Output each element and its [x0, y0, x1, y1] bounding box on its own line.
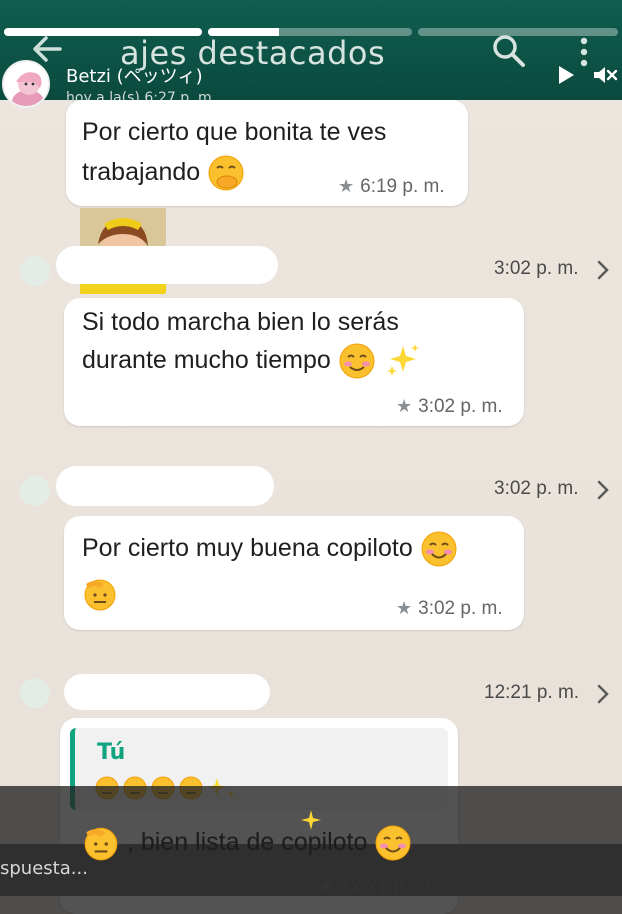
message-meta: ★ 12:21 p. m.	[318, 876, 435, 898]
message-meta: ★ 6:19 p. m.	[338, 176, 445, 198]
star-icon: ★	[318, 876, 335, 896]
message-header-time: 3:02 p. m.	[494, 258, 579, 279]
saluting-face-emoji-icon	[84, 579, 116, 611]
message-text: Por cierto muy buena copiloto	[82, 534, 413, 562]
message-meta: ★ 3:02 p. m.	[396, 396, 503, 418]
sender-avatar	[20, 476, 50, 506]
mute-icon[interactable]	[592, 64, 618, 86]
message-bubble[interactable]: Por cierto muy buena copiloto ★ 3:02 p. m…	[64, 516, 524, 630]
smiling-face-emoji-icon	[375, 825, 411, 861]
story-contact-name: Betzi (ペッツィ)	[66, 66, 203, 87]
sparkles-icon	[386, 344, 419, 377]
message-header-time: 12:21 p. m.	[484, 682, 580, 703]
redacted-sender-name	[64, 674, 270, 710]
redacted-sender-name	[56, 246, 278, 284]
message-text: durante mucho tiempo	[82, 346, 331, 374]
smiling-face-emoji-icon	[421, 531, 457, 567]
star-icon: ★	[396, 598, 413, 618]
star-icon: ★	[338, 176, 355, 196]
chevron-right-icon[interactable]	[596, 480, 610, 500]
saluting-face-emoji-icon	[84, 828, 118, 861]
sender-avatar	[20, 256, 50, 286]
message-bubble[interactable]: Si todo marcha bien lo serás durante muc…	[64, 298, 524, 426]
message-bubble[interactable]: Por cierto que bonita te ves trabajando …	[66, 100, 468, 206]
message-text: Si todo marcha bien lo serás	[82, 308, 399, 336]
message-text: trabajando	[82, 158, 201, 186]
message-header-row[interactable]: 3:02 p. m.	[0, 246, 622, 296]
message-header-row[interactable]: 3:02 p. m.	[0, 466, 622, 516]
chevron-right-icon[interactable]	[596, 684, 610, 704]
quote-author: Tú	[97, 740, 126, 765]
search-icon[interactable]	[492, 34, 526, 68]
message-time: 6:19 p. m.	[360, 176, 445, 197]
message-time: 3:02 p. m.	[418, 396, 503, 417]
smiling-blush-emoji-icon	[339, 343, 375, 379]
redacted-sender-name	[56, 466, 274, 506]
message-header-row[interactable]: 12:21 p. m.	[0, 670, 622, 720]
hand-over-mouth-emoji-icon	[208, 155, 244, 191]
message-time: 3:02 p. m.	[418, 598, 503, 619]
sparkles-icon	[301, 810, 321, 830]
message-text: Por cierto que bonita te ves	[82, 118, 387, 146]
star-icon: ★	[396, 396, 413, 416]
chevron-right-icon[interactable]	[596, 260, 610, 280]
message-header-time: 3:02 p. m.	[494, 478, 579, 499]
message-text-row: , bien lista de copiloto	[82, 822, 412, 862]
message-time: 12:21 p. m.	[340, 876, 436, 897]
message-text: , bien lista de copiloto	[126, 828, 368, 856]
play-icon[interactable]	[556, 64, 576, 86]
message-meta: ★ 3:02 p. m.	[396, 598, 503, 620]
story-avatar[interactable]	[2, 60, 50, 108]
reply-placeholder[interactable]: spuesta...	[0, 858, 88, 879]
sender-avatar	[20, 678, 50, 708]
